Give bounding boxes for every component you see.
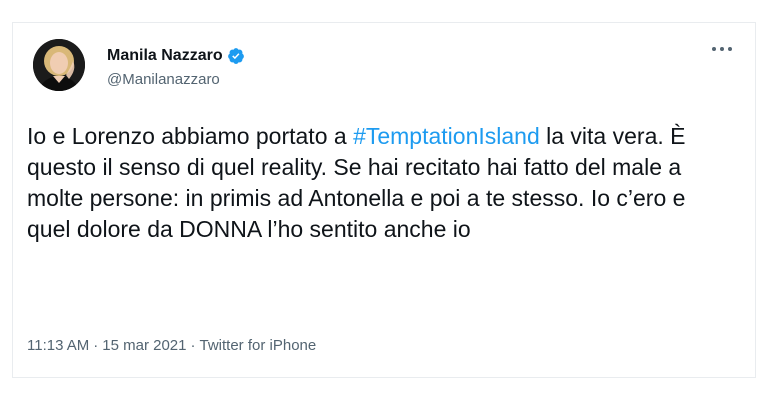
more-options-button[interactable] [707, 39, 737, 59]
meta-separator: · [190, 337, 196, 354]
avatar-photo-icon [33, 39, 85, 91]
author-handle[interactable]: @Manilanazzaro [107, 71, 220, 88]
more-options-icon [712, 47, 732, 51]
hashtag-link[interactable]: #TemptationIsland [353, 123, 540, 149]
tweet-meta: 11:13 AM · 15 mar 2021 · Twitter for iPh… [27, 337, 316, 354]
tweet-date[interactable]: 15 mar 2021 [102, 337, 186, 354]
tweet-text: Io e Lorenzo abbiamo portato a #Temptati… [27, 121, 717, 245]
tweet-source[interactable]: Twitter for iPhone [200, 337, 317, 354]
meta-separator: · [93, 337, 99, 354]
author-display-name[interactable]: Manila Nazzaro [107, 47, 223, 65]
author-name-row[interactable]: Manila Nazzaro [107, 45, 245, 67]
avatar[interactable] [33, 39, 85, 91]
tweet-time[interactable]: 11:13 AM [27, 337, 89, 354]
tweet-card: Manila Nazzaro @Manilanazzaro Io e Loren… [12, 22, 756, 378]
tweet-text-part1: Io e Lorenzo abbiamo portato a [27, 123, 354, 149]
verified-badge-icon [227, 47, 245, 65]
